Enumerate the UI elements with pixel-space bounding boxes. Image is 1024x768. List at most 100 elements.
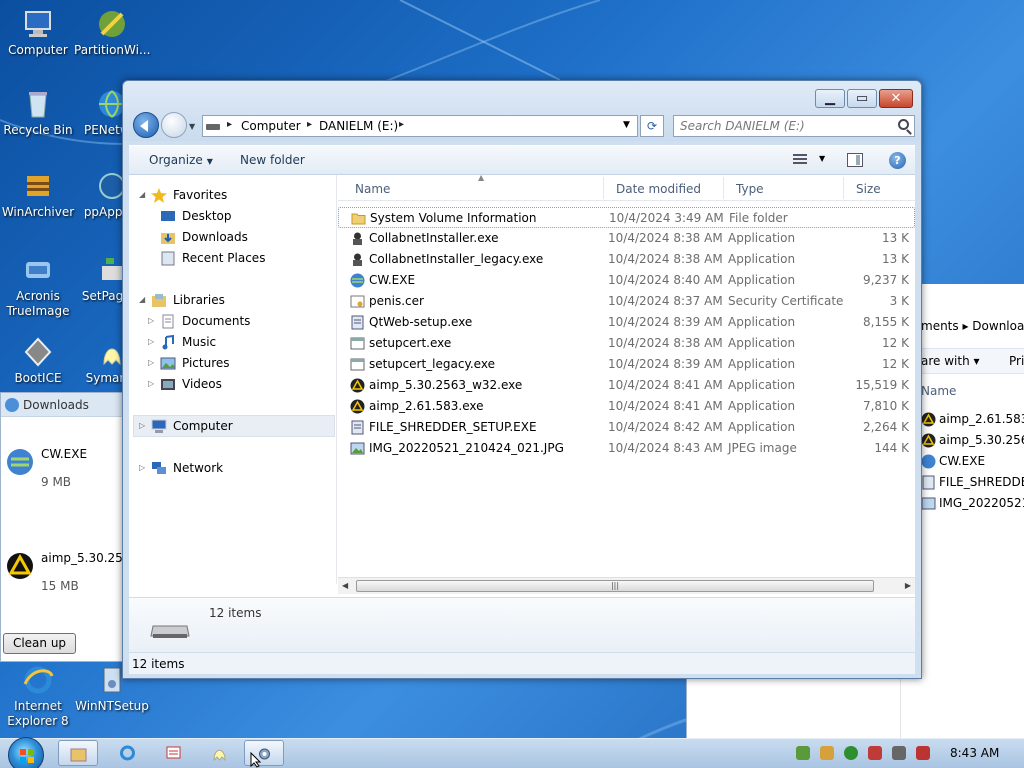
- chevron-down-icon: ▼: [206, 157, 213, 166]
- minimize-button[interactable]: ▁: [815, 89, 845, 108]
- address-dropdown[interactable]: ▼: [623, 120, 630, 130]
- expand-icon[interactable]: ▷: [148, 337, 154, 346]
- tray-display-icon[interactable]: [892, 746, 906, 760]
- tray-tool-icon[interactable]: [868, 746, 882, 760]
- start-button[interactable]: [8, 737, 44, 768]
- file-row[interactable]: aimp_2.61.583.exe 10/4/2024 8:41 AM Applic…: [338, 396, 915, 417]
- breadcrumb-separator[interactable]: ▸: [307, 119, 312, 130]
- nav-network[interactable]: ▷ Network: [139, 461, 223, 475]
- removable-drive-icon: [150, 625, 190, 638]
- desktop-icon-ie8[interactable]: Internet Explorer 8: [0, 664, 76, 729]
- view-options-dropdown[interactable]: ▼: [819, 154, 825, 163]
- tray-play-icon[interactable]: [844, 746, 858, 760]
- scrollbar-thumb[interactable]: |||: [356, 580, 874, 592]
- collapse-icon[interactable]: ◢: [139, 190, 145, 199]
- nav-downloads[interactable]: Downloads: [160, 230, 248, 244]
- nav-videos[interactable]: ▷ Videos: [148, 377, 222, 391]
- bg-breadcrumb[interactable]: ments ▸ Downloa: [921, 319, 1024, 333]
- nav-recent-places[interactable]: Recent Places: [160, 251, 265, 266]
- recent-pages-dropdown[interactable]: ▼: [189, 122, 195, 131]
- close-button[interactable]: ✕: [879, 89, 913, 108]
- forward-button[interactable]: [161, 112, 187, 138]
- file-row[interactable]: setupcert.exe 10/4/2024 8:38 AM Applicatio…: [338, 333, 915, 354]
- column-divider[interactable]: [603, 177, 604, 199]
- expand-icon[interactable]: ▷: [148, 358, 154, 367]
- bg-file-row[interactable]: FILE_SHREDDER_: [921, 475, 1024, 490]
- taskbar-explorer-button[interactable]: [58, 740, 98, 766]
- nav-music[interactable]: ▷ Music: [148, 335, 216, 350]
- help-icon[interactable]: ?: [889, 152, 906, 169]
- column-header-size[interactable]: Size: [856, 182, 881, 196]
- desktop-icon-bootice[interactable]: BootICE: [0, 336, 76, 386]
- desktop-icon-computer[interactable]: Computer: [0, 8, 76, 58]
- address-bar[interactable]: ▸ Computer ▸ DANIELM (E:) ▸ ▼: [202, 115, 638, 137]
- search-icon: [898, 119, 909, 130]
- file-size: 12 K: [882, 336, 909, 350]
- file-row[interactable]: penis.cer 10/4/2024 8:37 AM Security Certi…: [338, 291, 915, 312]
- file-row[interactable]: CollabnetInstaller.exe 10/4/2024 8:38 AM A…: [338, 228, 915, 249]
- expand-icon[interactable]: ▷: [148, 379, 154, 388]
- tray-volume-muted-icon[interactable]: [916, 746, 930, 760]
- bg-file-row[interactable]: aimp_5.30.2563_: [921, 433, 1024, 448]
- downloads-folder-icon: [161, 233, 175, 244]
- file-row[interactable]: aimp_5.30.2563_w32.exe 10/4/2024 8:41 AM A…: [338, 375, 915, 396]
- breadcrumb-drive[interactable]: DANIELM (E:): [319, 119, 398, 133]
- taskbar-ie-button[interactable]: [108, 740, 148, 766]
- desktop-icon-acronis[interactable]: Acronis TrueImage: [0, 254, 76, 319]
- file-row[interactable]: CW.EXE 10/4/2024 8:40 AM Application 9,237 …: [338, 270, 915, 291]
- expand-icon[interactable]: ▷: [139, 421, 145, 430]
- expand-icon[interactable]: ▷: [139, 463, 145, 472]
- taskbar-clock[interactable]: 8:43 AM: [950, 746, 999, 760]
- refresh-button[interactable]: ⟳: [640, 115, 664, 137]
- organize-button[interactable]: Organize ▼: [149, 153, 213, 167]
- column-header-name[interactable]: Name: [355, 182, 390, 196]
- bg-file-row[interactable]: CW.EXE: [921, 454, 985, 469]
- nav-documents[interactable]: ▷ Documents: [148, 314, 250, 329]
- tray-network-icon[interactable]: [796, 746, 810, 760]
- column-divider[interactable]: [723, 177, 724, 199]
- file-row[interactable]: CollabnetInstaller_legacy.exe 10/4/2024 8…: [338, 249, 915, 270]
- collapse-icon[interactable]: ◢: [139, 295, 145, 304]
- desktop-icon-winarchiver[interactable]: WinArchiver: [0, 170, 76, 220]
- column-header-date-modified[interactable]: Date modified: [616, 182, 701, 196]
- nav-pictures[interactable]: ▷ Pictures: [148, 356, 230, 370]
- scroll-right-icon[interactable]: ▶: [905, 581, 911, 590]
- scroll-left-icon[interactable]: ◀: [342, 581, 348, 590]
- preview-pane-icon[interactable]: [847, 153, 863, 167]
- horizontal-scrollbar[interactable]: ◀ ||| ▶: [338, 577, 915, 594]
- clean-up-button[interactable]: Clean up: [3, 633, 76, 654]
- breadcrumb-separator[interactable]: ▸: [399, 119, 404, 130]
- bg-print-button[interactable]: Pri: [1009, 354, 1024, 368]
- new-folder-button[interactable]: New folder: [240, 153, 305, 167]
- file-row[interactable]: setupcert_legacy.exe 10/4/2024 8:39 AM App…: [338, 354, 915, 375]
- nav-desktop[interactable]: Desktop: [160, 209, 232, 223]
- maximize-button[interactable]: ▭: [847, 89, 877, 108]
- taskbar-ghost-button[interactable]: [200, 740, 240, 766]
- file-row[interactable]: FILE_SHREDDER_SETUP.EXE 10/4/2024 8:42 AM…: [338, 417, 915, 438]
- file-row[interactable]: IMG_20220521_210424_021.JPG 10/4/2024 8:4…: [338, 438, 915, 459]
- breadcrumb-separator[interactable]: ▸: [227, 119, 232, 130]
- nav-favorites[interactable]: ◢ Favorites: [139, 188, 227, 203]
- search-input[interactable]: Search DANIELM (E:): [673, 115, 915, 137]
- column-header-type[interactable]: Type: [736, 182, 764, 196]
- back-button[interactable]: [133, 112, 159, 138]
- explorer-icon: [70, 748, 87, 762]
- breadcrumb-computer[interactable]: Computer: [241, 119, 301, 133]
- bg-share-with-button[interactable]: are with ▾: [921, 354, 980, 368]
- desktop-icon-recyclebin[interactable]: Recycle Bin: [0, 88, 76, 138]
- expand-icon[interactable]: ▷: [148, 316, 154, 325]
- bg-file-row[interactable]: IMG_20220521_2: [921, 496, 1024, 510]
- file-row[interactable]: QtWeb-setup.exe 10/4/2024 8:39 AM Applicat…: [338, 312, 915, 333]
- taskbar-network-button[interactable]: [154, 740, 194, 766]
- bg-name-column-header[interactable]: Name: [921, 384, 956, 398]
- nav-libraries[interactable]: ◢ Libraries: [139, 293, 225, 307]
- download-item[interactable]: CW.EXE 9 MB: [1, 447, 127, 557]
- desktop-icon-partitionwizard[interactable]: PartitionWi...: [74, 8, 150, 58]
- file-row[interactable]: System Volume Information 10/4/2024 3:49 …: [338, 207, 915, 228]
- column-divider[interactable]: [843, 177, 844, 199]
- column-headers: ▲ Name Date modified Type Size: [338, 173, 915, 201]
- tray-archive-icon[interactable]: [820, 746, 834, 760]
- nav-computer[interactable]: ▷ Computer: [139, 419, 233, 433]
- bg-file-row[interactable]: aimp_2.61.583.ex: [921, 412, 1024, 427]
- view-list-icon[interactable]: [793, 154, 807, 166]
